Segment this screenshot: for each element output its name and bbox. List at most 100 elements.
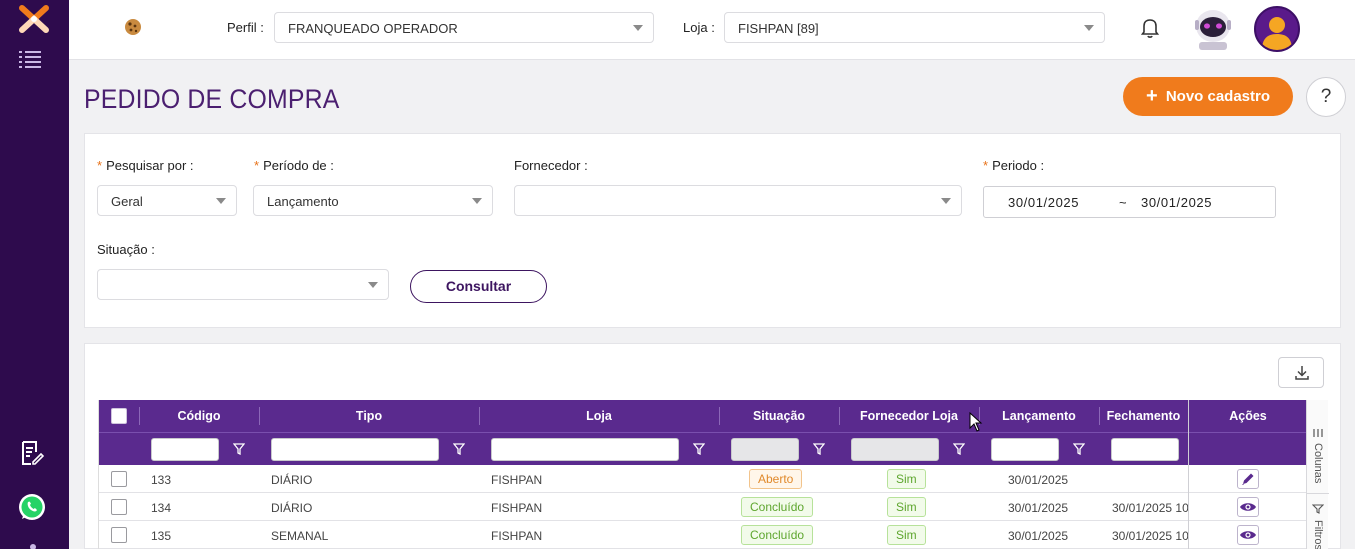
user-avatar-icon xyxy=(1262,17,1292,50)
filter-funnel-icon[interactable] xyxy=(953,443,965,455)
document-edit-icon[interactable] xyxy=(20,440,44,466)
status-badge: Aberto xyxy=(749,469,803,489)
store-select-value: FISHPAN [89] xyxy=(738,21,819,36)
results-panel: Código Tipo Loja Situação Fornecedor Loj… xyxy=(84,343,1341,549)
mouse-cursor-icon xyxy=(969,412,983,432)
data-grid: Código Tipo Loja Situação Fornecedor Loj… xyxy=(98,400,1306,549)
export-button[interactable] xyxy=(1278,357,1324,388)
column-header-codigo[interactable]: Código xyxy=(139,400,259,432)
column-header-lancamento[interactable]: Lançamento xyxy=(979,400,1099,432)
filter-input-codigo[interactable] xyxy=(151,438,219,461)
plus-icon: + xyxy=(1145,85,1158,107)
view-button[interactable] xyxy=(1237,525,1259,545)
row-checkbox[interactable] xyxy=(111,499,127,515)
table-row[interactable]: 135 SEMANAL FISHPAN Concluído Sim 30/01/… xyxy=(99,521,1306,549)
date-range-picker[interactable]: 30/01/2025 ~ 30/01/2025 xyxy=(983,186,1276,218)
supplier-store-badge: Sim xyxy=(887,525,926,545)
filter-input-fornecedor-loja[interactable] xyxy=(851,438,939,461)
filter-input-loja[interactable] xyxy=(491,438,679,461)
notification-bell-icon[interactable] xyxy=(1140,17,1160,39)
column-header-loja[interactable]: Loja xyxy=(479,400,719,432)
filter-funnel-icon[interactable] xyxy=(693,443,705,455)
status-select[interactable] xyxy=(97,269,389,300)
store-select[interactable]: FISHPAN [89] xyxy=(724,12,1105,43)
period-label: * Periodo : xyxy=(983,158,1045,173)
grid-filter-row xyxy=(99,432,1306,465)
period-of-select[interactable]: Lançamento xyxy=(253,185,493,216)
status-label: Situação : xyxy=(97,242,155,257)
actions-column xyxy=(1188,400,1306,549)
row-checkbox[interactable] xyxy=(111,527,127,543)
cell-tipo: SEMANAL xyxy=(271,529,329,543)
filter-panel: * Pesquisar por : Geral * Período de : Lan… xyxy=(84,133,1341,328)
help-button[interactable]: ? xyxy=(1306,77,1346,117)
select-all-checkbox[interactable] xyxy=(111,408,127,424)
user-avatar[interactable] xyxy=(1254,6,1300,52)
filters-tab[interactable]: Filtros xyxy=(1307,494,1329,549)
menu-list-icon[interactable] xyxy=(19,50,41,68)
robot-assistant-icon[interactable] xyxy=(1193,6,1233,50)
grid-header-row: Código Tipo Loja Situação Fornecedor Loj… xyxy=(99,400,1306,432)
cell-lancamento: 30/01/2025 xyxy=(1008,529,1069,543)
cookie-icon[interactable] xyxy=(123,17,143,37)
supplier-store-badge: Sim xyxy=(887,469,926,489)
profile-select-value: FRANQUEADO OPERADOR xyxy=(288,21,458,36)
filter-input-fechamento[interactable] xyxy=(1111,438,1179,461)
supplier-store-badge: Sim xyxy=(887,497,926,517)
search-by-select[interactable]: Geral xyxy=(97,185,237,216)
consult-button[interactable]: Consultar xyxy=(410,270,547,303)
chevron-down-icon xyxy=(1084,25,1094,31)
cell-loja: FISHPAN xyxy=(491,473,543,487)
view-button[interactable] xyxy=(1237,497,1259,517)
download-icon xyxy=(1295,366,1309,380)
cell-fechamento: 30/01/2025 10 xyxy=(1112,529,1188,543)
filter-input-lancamento[interactable] xyxy=(991,438,1059,461)
cell-codigo: 134 xyxy=(151,501,172,515)
eye-icon xyxy=(1240,503,1256,511)
cell-loja: FISHPAN xyxy=(491,501,543,515)
filter-input-tipo[interactable] xyxy=(271,438,439,461)
column-header-fornecedor-loja[interactable]: Fornecedor Loja xyxy=(839,400,979,432)
filter-funnel-icon[interactable] xyxy=(813,443,825,455)
search-by-value: Geral xyxy=(111,194,143,209)
filter-funnel-icon xyxy=(1312,504,1324,514)
supplier-select[interactable] xyxy=(514,185,962,216)
table-row[interactable]: 133 DIÁRIO FISHPAN Aberto Sim 30/01/2025 xyxy=(99,465,1306,493)
search-by-label: * Pesquisar por : xyxy=(97,158,194,173)
cell-codigo: 133 xyxy=(151,473,172,487)
profile-select[interactable]: FRANQUEADO OPERADOR xyxy=(274,12,654,43)
left-sidebar xyxy=(0,0,69,549)
new-record-button[interactable]: + Novo cadastro xyxy=(1123,77,1293,116)
supplier-label: Fornecedor : xyxy=(514,158,588,173)
columns-icon xyxy=(1313,429,1323,437)
chevron-down-icon xyxy=(216,198,226,204)
more-icon[interactable] xyxy=(29,543,37,549)
store-label: Loja : xyxy=(683,20,715,35)
top-header: Perfil : FRANQUEADO OPERADOR Loja : FISH… xyxy=(69,0,1355,60)
filter-funnel-icon[interactable] xyxy=(453,443,465,455)
cell-tipo: DIÁRIO xyxy=(271,501,313,515)
pencil-icon xyxy=(1242,473,1254,485)
chevron-down-icon xyxy=(633,25,643,31)
table-row[interactable]: 134 DIÁRIO FISHPAN Concluído Sim 30/01/2… xyxy=(99,493,1306,521)
column-header-fechamento[interactable]: Fechamento xyxy=(1099,400,1188,432)
cell-codigo: 135 xyxy=(151,529,172,543)
chevron-down-icon xyxy=(368,282,378,288)
date-from[interactable]: 30/01/2025 xyxy=(1008,195,1079,210)
status-badge: Concluído xyxy=(741,497,814,517)
filter-funnel-icon[interactable] xyxy=(1073,443,1085,455)
cell-fechamento: 30/01/2025 10 xyxy=(1112,501,1188,515)
date-to[interactable]: 30/01/2025 xyxy=(1141,195,1212,210)
brand-logo-icon[interactable] xyxy=(18,4,50,34)
cell-tipo: DIÁRIO xyxy=(271,473,313,487)
column-header-situacao[interactable]: Situação xyxy=(719,400,839,432)
columns-tab-label: Colunas xyxy=(1312,443,1324,484)
edit-button[interactable] xyxy=(1237,469,1259,489)
columns-tab[interactable]: Colunas xyxy=(1307,420,1329,494)
whatsapp-icon[interactable] xyxy=(17,492,47,522)
filter-input-situacao[interactable] xyxy=(731,438,799,461)
filter-funnel-icon[interactable] xyxy=(233,443,245,455)
column-header-tipo[interactable]: Tipo xyxy=(259,400,479,432)
period-of-value: Lançamento xyxy=(267,194,339,209)
row-checkbox[interactable] xyxy=(111,471,127,487)
